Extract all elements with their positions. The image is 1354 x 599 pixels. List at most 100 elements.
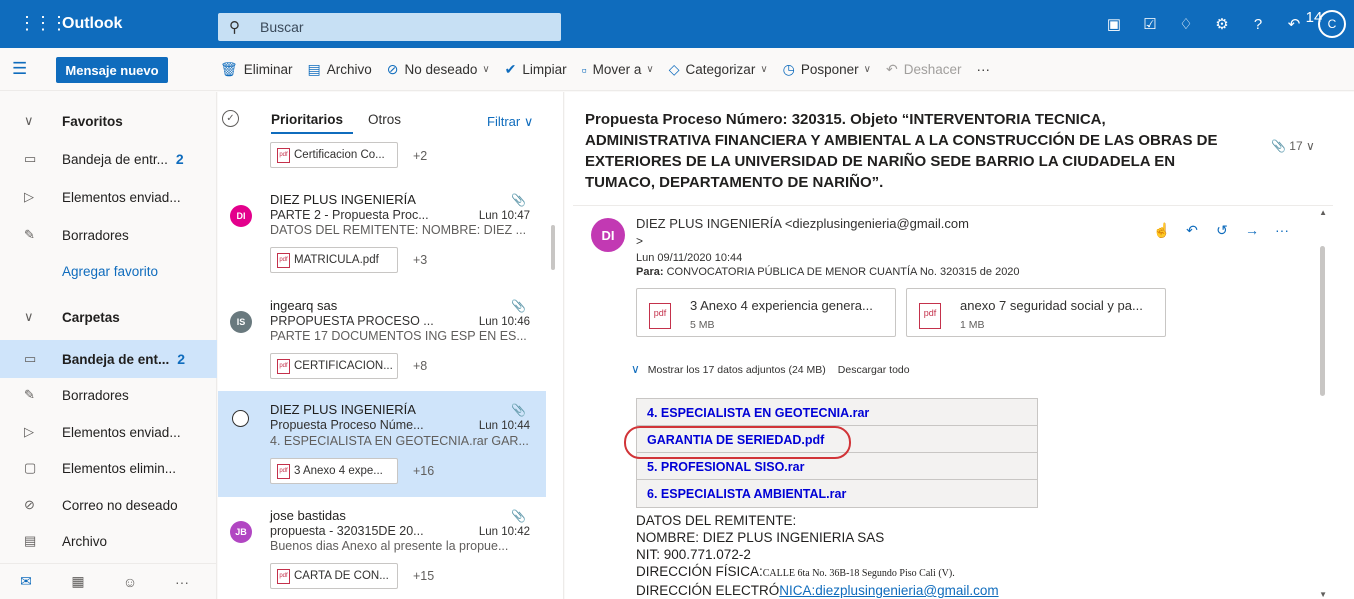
- message-list: ✓ Prioritarios Otros Filtrar ∨ pdf Certif…: [218, 92, 564, 599]
- message-actions: ☝ ↶ ↺ → ···: [1147, 222, 1297, 239]
- bell-icon[interactable]: ♢: [1168, 15, 1204, 33]
- people-icon[interactable]: ☺: [104, 574, 156, 590]
- list-scrollbar[interactable]: [551, 225, 555, 270]
- more-attachments[interactable]: +2: [413, 149, 427, 163]
- address-label: DIRECCIÓN FÍSICA:: [636, 564, 763, 579]
- help-icon[interactable]: ?: [1240, 16, 1276, 33]
- drafts-folder[interactable]: ✎ Borradores: [0, 376, 217, 414]
- attachment-chip[interactable]: pdf Certificacion Co...: [270, 142, 398, 168]
- whats-new-icon[interactable]: ↶ 14: [1276, 9, 1323, 33]
- folder-move-icon: ▫: [581, 61, 587, 78]
- junk-button[interactable]: ⊘ No deseado ∨: [387, 61, 490, 78]
- address-value: CALLE 6ta No. 36B-18 Segundo Piso Cali (…: [762, 568, 955, 579]
- sender-address[interactable]: DIEZ PLUS INGENIERÍA <diezplusingenieria…: [636, 216, 969, 231]
- more-icon[interactable]: ···: [1267, 222, 1297, 239]
- recipients: Para: CONVOCATORIA PÚBLICA DE MENOR CUAN…: [636, 266, 1020, 278]
- body-line: DIRECCIÓN FÍSICA:CALLE 6ta No. 36B-18 Se…: [636, 563, 999, 582]
- chevron-down-icon[interactable]: ∨: [760, 64, 767, 75]
- new-message-button[interactable]: Mensaje nuevo: [56, 57, 168, 83]
- add-favorite-link[interactable]: Agregar favorito: [0, 252, 217, 290]
- chevron-down-icon[interactable]: ∨: [482, 64, 489, 75]
- attachment-chip[interactable]: pdf MATRICULA.pdf: [270, 247, 398, 273]
- tab-other[interactable]: Otros: [368, 112, 401, 127]
- todo-icon[interactable]: ☑: [1132, 15, 1168, 33]
- select-radio[interactable]: [232, 410, 249, 427]
- search-placeholder[interactable]: Buscar: [260, 19, 304, 35]
- search-box[interactable]: ⚲ Buscar: [218, 13, 561, 41]
- filter-button[interactable]: Filtrar ∨: [487, 114, 533, 130]
- archive-folder[interactable]: ▤ Archivo: [0, 522, 217, 560]
- gear-icon[interactable]: ⚙: [1204, 15, 1240, 33]
- chevron-down-icon[interactable]: ∨: [631, 362, 640, 376]
- reply-all-icon[interactable]: ↺: [1207, 222, 1237, 239]
- archive-label: Archivo: [326, 62, 372, 77]
- fav-drafts[interactable]: ✎ Borradores: [0, 216, 217, 254]
- file-row[interactable]: 6. ESPECIALISTA AMBIENTAL.rar: [637, 480, 1037, 507]
- select-all-icon[interactable]: ✓: [222, 110, 239, 127]
- app-launcher-icon[interactable]: ⋮⋮⋮: [18, 14, 68, 32]
- list-item[interactable]: DI DIEZ PLUS INGENIERÍA 📎 PARTE 2 - Prop…: [218, 191, 546, 291]
- attachment-chip[interactable]: pdf CERTIFICACION...: [270, 353, 398, 379]
- like-icon[interactable]: ☝: [1147, 222, 1177, 239]
- attachment-chip[interactable]: pdf CARTA DE CON...: [270, 563, 398, 589]
- undo-button[interactable]: ↶ Deshacer: [886, 61, 962, 78]
- sent-folder[interactable]: ▷ Elementos enviad...: [0, 413, 217, 451]
- attachment-size: 1 MB: [960, 319, 985, 331]
- inbox-folder[interactable]: ▭ Bandeja de ent... 2: [0, 340, 217, 378]
- attachment-card[interactable]: pdf 3 Anexo 4 experiencia genera... 5 MB: [636, 288, 896, 337]
- top-bar: ⋮⋮⋮ Outlook ⚲ Buscar ▣ ☑ ♢ ⚙ ? ↶ 14 C: [0, 0, 1354, 48]
- more-actions-button[interactable]: ···: [977, 62, 991, 77]
- more-attachments[interactable]: +8: [413, 359, 427, 373]
- calendar-icon[interactable]: ▦: [52, 573, 104, 590]
- scroll-up-icon[interactable]: ▲: [1319, 208, 1327, 217]
- fav-sent[interactable]: ▷ Elementos enviad...: [0, 178, 217, 216]
- attachment-card[interactable]: pdf anexo 7 seguridad social y pa... 1 M…: [906, 288, 1166, 337]
- favorites-header[interactable]: ∨ Favoritos: [0, 102, 217, 140]
- attachment-count[interactable]: 📎 17 ∨: [1271, 139, 1315, 153]
- forward-icon[interactable]: →: [1237, 222, 1267, 239]
- meet-now-icon[interactable]: ▣: [1096, 15, 1132, 33]
- avatar: JB: [230, 521, 252, 543]
- received-time: Lun 10:47: [478, 210, 530, 222]
- list-item[interactable]: JB jose bastidas 📎 propuesta - 320315DE …: [218, 507, 546, 599]
- reading-scrollbar[interactable]: [1320, 246, 1325, 396]
- snooze-button[interactable]: ◷ Posponer ∨: [783, 61, 871, 78]
- favorites-label: Favoritos: [62, 113, 123, 129]
- archive-button[interactable]: ▤ Archivo: [308, 61, 372, 78]
- categorize-button[interactable]: ◇ Categorizar ∨: [669, 61, 768, 78]
- scroll-down-icon[interactable]: ▼: [1319, 590, 1327, 599]
- delete-button[interactable]: 🗑 Eliminar: [220, 61, 293, 78]
- file-row[interactable]: 4. ESPECIALISTA EN GEOTECNIA.rar: [637, 399, 1037, 426]
- to-value[interactable]: CONVOCATORIA PÚBLICA DE MENOR CUANTÍA No…: [667, 266, 1020, 278]
- sender-avatar[interactable]: DI: [591, 218, 625, 252]
- hamburger-icon[interactable]: ☰: [12, 59, 27, 79]
- more-attachments[interactable]: +16: [413, 464, 434, 478]
- paperclip-icon: 📎: [511, 403, 526, 417]
- app-name[interactable]: Outlook: [62, 15, 122, 33]
- chevron-down-icon[interactable]: ∨: [864, 64, 871, 75]
- junk-folder[interactable]: ⊘ Correo no deseado: [0, 486, 217, 524]
- sweep-button[interactable]: ✔ Limpiar: [505, 61, 567, 78]
- to-label: Para:: [636, 266, 664, 278]
- folders-header[interactable]: ∨ Carpetas: [0, 298, 217, 336]
- list-item-selected[interactable]: DIEZ PLUS INGENIERÍA 📎 Propuesta Proceso…: [218, 391, 546, 497]
- email-link[interactable]: NICA:diezplusingenieria@gmail.com: [779, 583, 998, 598]
- deleted-folder[interactable]: ▢ Elementos elimin...: [0, 449, 217, 487]
- attachment-chip[interactable]: pdf 3 Anexo 4 expe...: [270, 458, 398, 484]
- chevron-down-icon[interactable]: ∨: [646, 64, 653, 75]
- show-all-attachments[interactable]: Mostrar los 17 datos adjuntos (24 MB): [648, 364, 826, 376]
- more-apps-icon[interactable]: ···: [156, 574, 208, 590]
- more-attachments[interactable]: +3: [413, 253, 427, 267]
- reply-icon[interactable]: ↶: [1177, 222, 1207, 239]
- list-item[interactable]: IS ingearq sas 📎 PRPOPUESTA PROCESO ... …: [218, 297, 546, 397]
- fav-inbox[interactable]: ▭ Bandeja de entr... 2: [0, 140, 217, 178]
- download-all[interactable]: Descargar todo: [838, 364, 910, 376]
- categorize-label: Categorizar: [685, 62, 756, 77]
- tab-focused[interactable]: Prioritarios: [271, 112, 343, 127]
- paperclip-icon: 📎: [511, 299, 526, 313]
- sender-address-end: >: [636, 234, 644, 248]
- move-button[interactable]: ▫ Mover a ∨: [582, 62, 654, 78]
- mail-icon[interactable]: ✉: [0, 573, 52, 590]
- more-attachments[interactable]: +15: [413, 569, 434, 583]
- subject: Propuesta Proceso Núme...: [270, 418, 424, 432]
